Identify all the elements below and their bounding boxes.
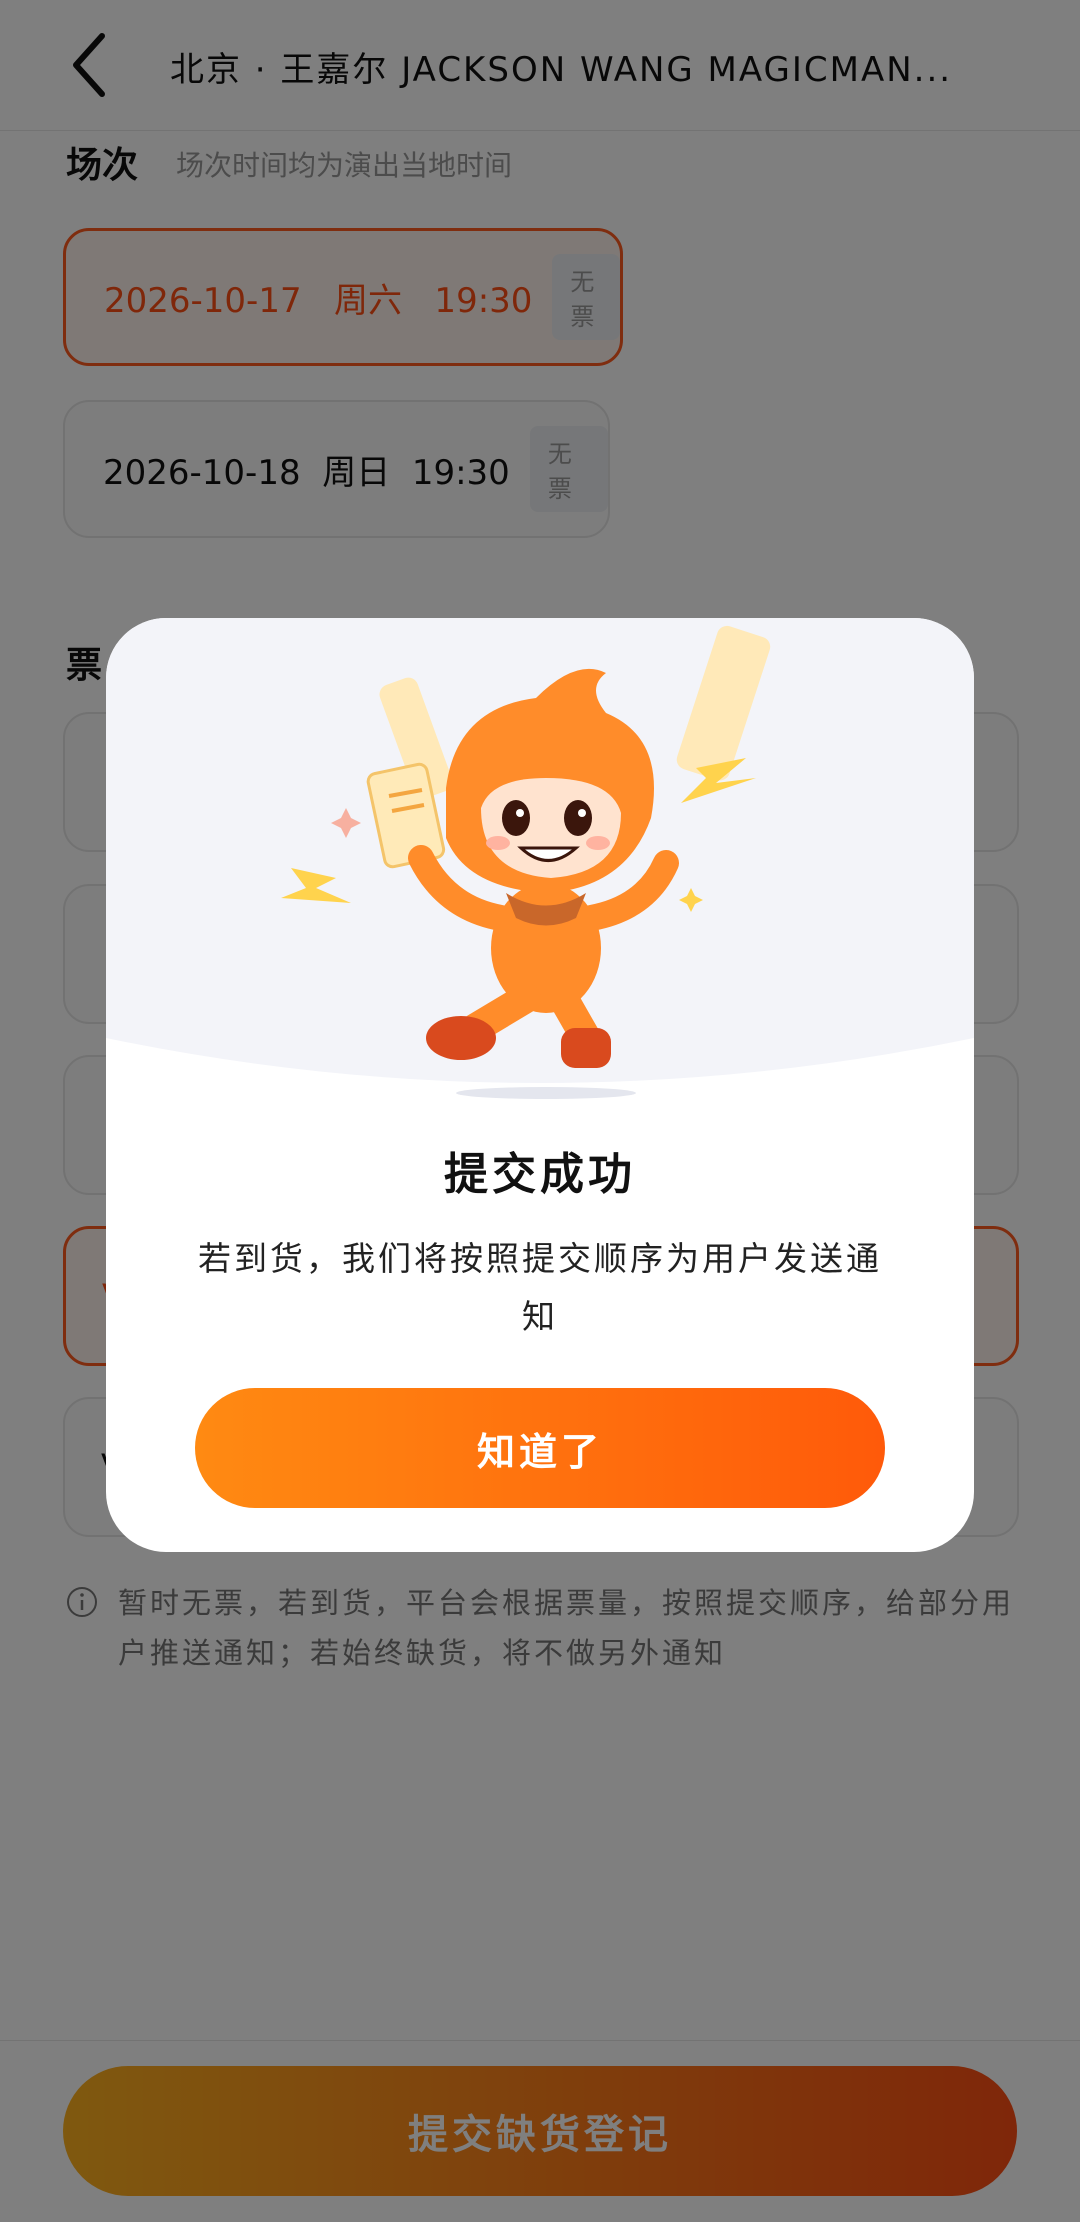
dialog-title: 提交成功	[444, 1149, 636, 1200]
dialog-illustration-area	[106, 618, 974, 1138]
dialog-description: 若到货，我们将按照提交顺序为用户发送通知	[198, 1239, 882, 1336]
mascot-illustration	[106, 625, 974, 1138]
success-dialog: 提交成功 若到货，我们将按照提交顺序为用户发送通知 知道了	[106, 618, 974, 1552]
got-it-button[interactable]: 知道了	[195, 1388, 885, 1508]
